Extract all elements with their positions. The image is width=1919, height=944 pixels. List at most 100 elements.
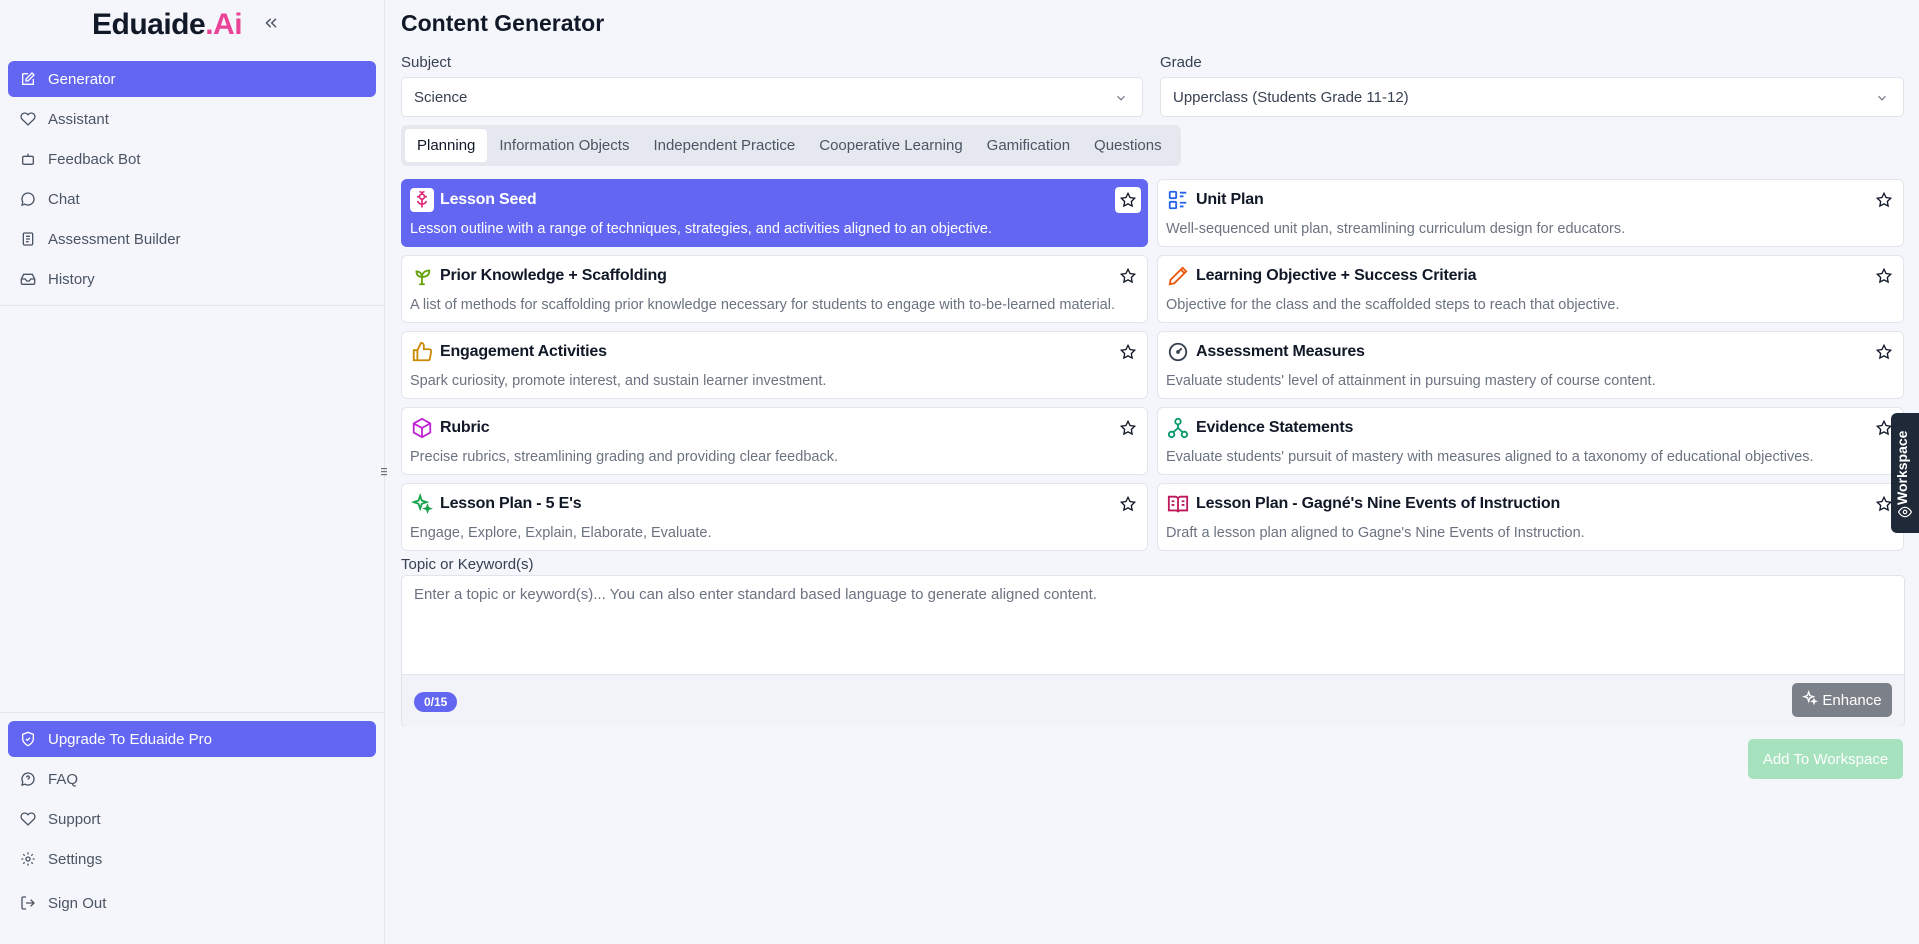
topic-input-container: 0/15 Enhance <box>401 575 1905 727</box>
sidebar-resize-handle[interactable] <box>380 465 388 479</box>
help-chat-icon <box>20 771 36 787</box>
card-title: Lesson Plan - Gagné's Nine Events of Ins… <box>1196 495 1561 512</box>
sidebar-item-label: Assessment Builder <box>48 230 181 248</box>
card-rubric[interactable]: Rubric Precise rubrics, streamlining gra… <box>401 407 1148 475</box>
sprout-icon <box>410 264 434 288</box>
subject-select[interactable]: Science <box>401 77 1143 117</box>
upgrade-pro-button[interactable]: Upgrade To Eduaide Pro <box>8 721 376 757</box>
book-open-icon <box>1166 492 1190 516</box>
favorite-star-icon[interactable] <box>1871 263 1897 289</box>
tab-cooperative-learning[interactable]: Cooperative Learning <box>807 129 974 162</box>
topic-input-footer: 0/15 Enhance <box>402 674 1904 727</box>
sidebar-item-label: Feedback Bot <box>48 150 141 168</box>
card-engagement-activities[interactable]: Engagement Activities Spark curiosity, p… <box>401 331 1148 399</box>
topic-input[interactable] <box>402 576 1904 674</box>
card-description: Precise rubrics, streamlining grading an… <box>410 449 838 465</box>
card-description: Evaluate students' level of attainment i… <box>1166 373 1656 389</box>
sidebar-item-label: Sign Out <box>48 894 107 912</box>
card-title: Lesson Seed <box>440 191 537 208</box>
add-to-workspace-button[interactable]: Add To Workspace <box>1748 739 1903 779</box>
tab-questions[interactable]: Questions <box>1082 129 1174 162</box>
sidebar-bottom-nav: Upgrade To Eduaide Pro FAQ Support Setti… <box>8 721 376 925</box>
collapse-sidebar-icon[interactable] <box>262 14 282 36</box>
sidebar-item-settings[interactable]: Settings <box>8 841 376 877</box>
tab-information-objects[interactable]: Information Objects <box>487 129 641 162</box>
sidebar-item-assessment-builder[interactable]: Assessment Builder <box>8 221 376 257</box>
sidebar-item-label: Upgrade To Eduaide Pro <box>48 730 213 748</box>
tab-gamification[interactable]: Gamification <box>975 129 1082 162</box>
brand-logo[interactable]: Eduaide.Ai <box>92 8 243 42</box>
workspace-toggle[interactable]: Workspace <box>1891 413 1919 533</box>
network-icon <box>1166 416 1190 440</box>
favorite-star-icon[interactable] <box>1115 339 1141 365</box>
gauge-icon <box>1166 340 1190 364</box>
sidebar-item-assistant[interactable]: Assistant <box>8 101 376 137</box>
sidebar-item-label: Chat <box>48 190 80 208</box>
favorite-star-icon[interactable] <box>1115 263 1141 289</box>
favorite-star-icon[interactable] <box>1871 339 1897 365</box>
favorite-star-icon[interactable] <box>1871 187 1897 213</box>
card-title: Evidence Statements <box>1196 419 1354 436</box>
card-description: Well-sequenced unit plan, streamlining c… <box>1166 221 1626 237</box>
card-description: Lesson outline with a range of technique… <box>410 221 992 237</box>
favorite-star-icon[interactable] <box>1115 415 1141 441</box>
sign-out-icon <box>20 895 36 911</box>
card-learning-objective[interactable]: Learning Objective + Success Criteria Ob… <box>1157 255 1904 323</box>
grid-plan-icon <box>1166 188 1190 212</box>
page-title: Content Generator <box>401 10 605 36</box>
grade-select[interactable]: Upperclass (Students Grade 11-12) <box>1160 77 1904 117</box>
card-lesson-plan-gagne[interactable]: Lesson Plan - Gagné's Nine Events of Ins… <box>1157 483 1904 551</box>
cube-icon <box>410 416 434 440</box>
inbox-icon <box>20 271 36 287</box>
card-title: Unit Plan <box>1196 191 1264 208</box>
card-description: Draft a lesson plan aligned to Gagne's N… <box>1166 525 1585 541</box>
card-lesson-plan-5es[interactable]: Lesson Plan - 5 E's Engage, Explore, Exp… <box>401 483 1148 551</box>
sidebar: Eduaide.Ai Generator Assistant Feedback … <box>0 0 385 944</box>
tab-independent-practice[interactable]: Independent Practice <box>641 129 807 162</box>
favorite-star-icon[interactable] <box>1115 187 1141 213</box>
sidebar-item-label: Assistant <box>48 110 109 128</box>
card-title: Rubric <box>440 419 490 436</box>
card-lesson-seed[interactable]: Lesson Seed Lesson outline with a range … <box>401 179 1148 247</box>
card-title: Assessment Measures <box>1196 343 1365 360</box>
heart-icon <box>20 811 36 827</box>
sidebar-item-label: Generator <box>48 70 116 88</box>
edit-icon <box>20 71 36 87</box>
chevron-down-icon <box>1114 91 1128 109</box>
subject-value: Science <box>414 88 468 106</box>
sidebar-item-feedback-bot[interactable]: Feedback Bot <box>8 141 376 177</box>
thumbs-up-icon <box>410 340 434 364</box>
sidebar-nav: Generator Assistant Feedback Bot Chat As… <box>8 61 376 301</box>
enhance-label: Enhance <box>1822 691 1882 709</box>
card-unit-plan[interactable]: Unit Plan Well-sequenced unit plan, stre… <box>1157 179 1904 247</box>
card-description: Objective for the class and the scaffold… <box>1166 297 1620 313</box>
card-description: Evaluate students' pursuit of mastery wi… <box>1166 449 1814 465</box>
sidebar-item-support[interactable]: Support <box>8 801 376 837</box>
grade-label: Grade <box>1160 54 1202 71</box>
card-evidence-statements[interactable]: Evidence Statements Evaluate students' p… <box>1157 407 1904 475</box>
sidebar-item-chat[interactable]: Chat <box>8 181 376 217</box>
card-assessment-measures[interactable]: Assessment Measures Evaluate students' l… <box>1157 331 1904 399</box>
sidebar-divider <box>0 305 385 306</box>
sign-out-button[interactable]: Sign Out <box>8 885 376 921</box>
sparkles-icon <box>410 492 434 516</box>
chevron-down-icon <box>1875 91 1889 109</box>
clipboard-icon <box>20 231 36 247</box>
sidebar-item-history[interactable]: History <box>8 261 376 297</box>
shield-icon <box>20 731 36 747</box>
favorite-star-icon[interactable] <box>1115 491 1141 517</box>
category-tabs: Planning Information Objects Independent… <box>401 125 1181 166</box>
tab-planning[interactable]: Planning <box>405 129 488 162</box>
topic-label: Topic or Keyword(s) <box>401 556 534 573</box>
card-description: A list of methods for scaffolding prior … <box>410 297 1115 313</box>
subject-label: Subject <box>401 54 452 71</box>
sidebar-item-generator[interactable]: Generator <box>8 61 376 97</box>
sparkles-icon <box>1802 689 1819 710</box>
eye-icon <box>1897 505 1913 524</box>
sidebar-item-faq[interactable]: FAQ <box>8 761 376 797</box>
card-prior-knowledge-scaffolding[interactable]: Prior Knowledge + Scaffolding A list of … <box>401 255 1148 323</box>
card-description: Spark curiosity, promote interest, and s… <box>410 373 827 389</box>
workspace-label: Workspace <box>1894 430 1910 505</box>
card-title: Engagement Activities <box>440 343 607 360</box>
enhance-button[interactable]: Enhance <box>1792 683 1892 717</box>
